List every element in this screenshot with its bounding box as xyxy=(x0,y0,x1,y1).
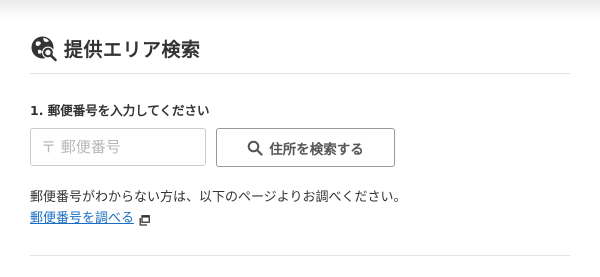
help-text: 郵便番号がわからない方は、以下のページよりお調べください。 xyxy=(30,190,407,205)
header-divider xyxy=(30,73,570,74)
search-address-button[interactable]: 住所を検索する xyxy=(216,128,395,167)
lookup-postal-code-link[interactable]: 郵便番号を調べる xyxy=(30,207,134,226)
step-label: 1. 郵便番号を入力してください xyxy=(30,103,210,118)
top-shade xyxy=(0,0,600,20)
postal-code-input[interactable] xyxy=(30,128,206,166)
help-link-row: 郵便番号を調べる xyxy=(30,207,150,226)
external-window-icon xyxy=(139,211,150,226)
section-header: 提供エリア検索 xyxy=(30,33,201,63)
search-icon xyxy=(247,140,263,156)
globe-search-icon xyxy=(30,34,59,63)
section-title: 提供エリア検索 xyxy=(64,38,201,61)
footer-divider xyxy=(30,255,570,256)
search-button-label: 住所を検索する xyxy=(269,141,364,158)
